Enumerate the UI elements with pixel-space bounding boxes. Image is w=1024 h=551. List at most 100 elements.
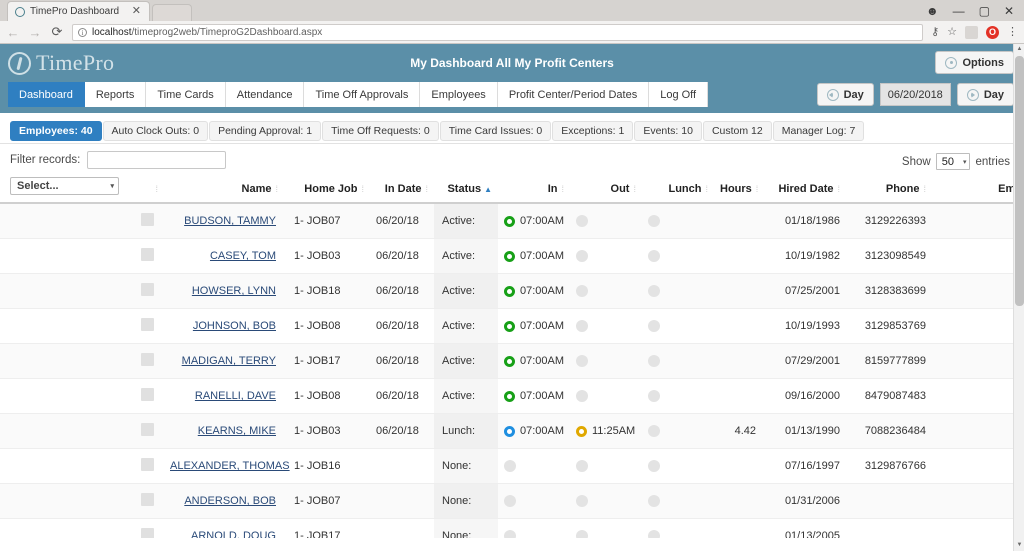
table-row[interactable]: KEARNS, MIKE1- JOB0306/20/18Lunch:07:00A… [0, 414, 1024, 449]
close-tab-icon[interactable]: ✕ [129, 6, 144, 17]
column-header-hired-date[interactable]: Hired Date⁞ [762, 173, 846, 203]
nav-item-reports[interactable]: Reports [85, 82, 147, 107]
new-tab-button[interactable] [152, 4, 192, 21]
nav-item-log-off[interactable]: Log Off [649, 82, 708, 107]
row-checkbox[interactable] [141, 213, 154, 226]
column-header-home-job[interactable]: Home Job⁞ [284, 173, 370, 203]
nav-item-profit-center-period-dates[interactable]: Profit Center/Period Dates [498, 82, 649, 107]
nav-item-employees[interactable]: Employees [420, 82, 497, 107]
employee-name-link[interactable]: KEARNS, MIKE [198, 425, 276, 437]
employee-table-scroll[interactable]: Select... ▾ ⁞ Name⁞ Home Job⁞ In Date [0, 173, 1024, 538]
table-row[interactable]: MADIGAN, TERRY1- JOB1706/20/18Active:07:… [0, 344, 1024, 379]
nav-item-attendance[interactable]: Attendance [226, 82, 305, 107]
extension-icon[interactable] [965, 26, 978, 39]
column-header-lunch[interactable]: Lunch⁞ [642, 173, 714, 203]
previous-day-button[interactable]: Day [817, 83, 874, 106]
row-checkbox[interactable] [141, 458, 154, 471]
entries-count-select[interactable]: 50 ▾ [936, 153, 971, 170]
row-checkbox-cell[interactable] [130, 309, 164, 344]
row-checkbox[interactable] [141, 388, 154, 401]
tab-time-off-requests[interactable]: Time Off Requests: 0 [322, 121, 439, 142]
cell-name[interactable]: ARNOLD, DOUG [164, 519, 284, 539]
address-bar[interactable]: i localhost/timeprog2web/TimeproG2Dashbo… [72, 24, 923, 41]
employee-name-link[interactable]: CASEY, TOM [210, 250, 276, 262]
column-header-in[interactable]: In⁞ [498, 173, 570, 203]
column-header-out[interactable]: Out⁞ [570, 173, 642, 203]
cell-name[interactable]: ANDERSON, BOB [164, 484, 284, 519]
row-checkbox[interactable] [141, 423, 154, 436]
employee-name-link[interactable]: JOHNSON, BOB [193, 320, 276, 332]
row-checkbox[interactable] [141, 528, 154, 538]
next-day-button[interactable]: Day [957, 83, 1014, 106]
back-icon[interactable]: ← [6, 26, 20, 39]
profit-center-select[interactable]: Select... ▾ [10, 177, 119, 195]
column-header-email[interactable]: Email⁞ [932, 173, 1024, 203]
scrollbar-thumb[interactable] [1015, 56, 1024, 306]
tab-events[interactable]: Events: 10 [634, 121, 702, 142]
tab-exceptions[interactable]: Exceptions: 1 [552, 121, 633, 142]
table-row[interactable]: ALEXANDER, THOMAS1- JOB16None:07/16/1997… [0, 449, 1024, 484]
employee-name-link[interactable]: ARNOLD, DOUG [191, 530, 276, 538]
browser-menu-icon[interactable]: ⋮ [1007, 27, 1018, 38]
tab-auto-clock-outs[interactable]: Auto Clock Outs: 0 [103, 121, 209, 142]
nav-item-time-off-approvals[interactable]: Time Off Approvals [304, 82, 420, 107]
maximize-button[interactable]: ▢ [979, 5, 990, 17]
cell-name[interactable]: CASEY, TOM [164, 239, 284, 274]
row-checkbox[interactable] [141, 353, 154, 366]
table-row[interactable]: JOHNSON, BOB1- JOB0806/20/18Active:07:00… [0, 309, 1024, 344]
row-checkbox-cell[interactable] [130, 239, 164, 274]
employee-name-link[interactable]: ANDERSON, BOB [184, 495, 276, 507]
cell-name[interactable]: JOHNSON, BOB [164, 309, 284, 344]
cell-name[interactable]: KEARNS, MIKE [164, 414, 284, 449]
column-header-name[interactable]: Name⁞ [164, 173, 284, 203]
row-checkbox[interactable] [141, 283, 154, 296]
nav-item-time-cards[interactable]: Time Cards [146, 82, 225, 107]
tab-employees[interactable]: Employees: 40 [10, 121, 102, 142]
nav-item-dashboard[interactable]: Dashboard [8, 82, 85, 107]
sort-indicator-icon[interactable]: ⁞ [155, 184, 158, 194]
bookmark-star-icon[interactable]: ☆ [947, 27, 957, 38]
cell-name[interactable]: RANELLI, DAVE [164, 379, 284, 414]
employee-name-link[interactable]: RANELLI, DAVE [195, 390, 276, 402]
row-checkbox-cell[interactable] [130, 344, 164, 379]
employee-name-link[interactable]: MADIGAN, TERRY [182, 355, 276, 367]
row-checkbox-cell[interactable] [130, 414, 164, 449]
column-header-status[interactable]: Status▲ [434, 173, 498, 203]
table-row[interactable]: BUDSON, TAMMY1- JOB0706/20/18Active:07:0… [0, 203, 1024, 239]
page-vertical-scrollbar[interactable]: ▲ ▼ [1013, 44, 1024, 551]
row-checkbox-cell[interactable] [130, 484, 164, 519]
forward-icon[interactable]: → [28, 26, 42, 39]
table-row[interactable]: HOWSER, LYNN1- JOB1806/20/18Active:07:00… [0, 274, 1024, 309]
row-checkbox[interactable] [141, 493, 154, 506]
column-header-hours[interactable]: Hours⁞ [714, 173, 762, 203]
employee-name-link[interactable]: BUDSON, TAMMY [184, 215, 276, 227]
filter-records-input[interactable] [87, 151, 226, 169]
tab-time-card-issues[interactable]: Time Card Issues: 0 [440, 121, 552, 142]
app-logo[interactable]: TimePro [0, 50, 114, 76]
row-checkbox-cell[interactable] [130, 449, 164, 484]
row-checkbox[interactable] [141, 318, 154, 331]
tab-pending-approval[interactable]: Pending Approval: 1 [209, 121, 321, 142]
column-header-phone[interactable]: Phone⁞ [846, 173, 932, 203]
employee-name-link[interactable]: ALEXANDER, THOMAS [170, 460, 290, 472]
row-checkbox[interactable] [141, 248, 154, 261]
opera-extension-icon[interactable]: O [986, 26, 999, 39]
table-row[interactable]: RANELLI, DAVE1- JOB0806/20/18Active:07:0… [0, 379, 1024, 414]
site-info-icon[interactable]: i [78, 28, 87, 37]
employee-name-link[interactable]: HOWSER, LYNN [192, 285, 276, 297]
table-row[interactable]: CASEY, TOM1- JOB0306/20/18Active:07:00AM… [0, 239, 1024, 274]
current-date-display[interactable]: 06/20/2018 [880, 83, 951, 106]
row-checkbox-cell[interactable] [130, 519, 164, 539]
column-header-in-date[interactable]: In Date⁞ [370, 173, 434, 203]
tab-custom-12[interactable]: Custom 12 [703, 121, 772, 142]
row-checkbox-cell[interactable] [130, 274, 164, 309]
scroll-down-arrow-icon[interactable]: ▼ [1014, 540, 1024, 551]
table-row[interactable]: ARNOLD, DOUG1- JOB17None:01/13/200509/22… [0, 519, 1024, 539]
cell-name[interactable]: ALEXANDER, THOMAS [164, 449, 284, 484]
tab-manager-log[interactable]: Manager Log: 7 [773, 121, 865, 142]
options-button[interactable]: Options [935, 51, 1014, 74]
cell-name[interactable]: BUDSON, TAMMY [164, 203, 284, 239]
password-key-icon[interactable]: ⚷ [931, 27, 939, 38]
cell-name[interactable]: MADIGAN, TERRY [164, 344, 284, 379]
scroll-up-arrow-icon[interactable]: ▲ [1014, 44, 1024, 55]
